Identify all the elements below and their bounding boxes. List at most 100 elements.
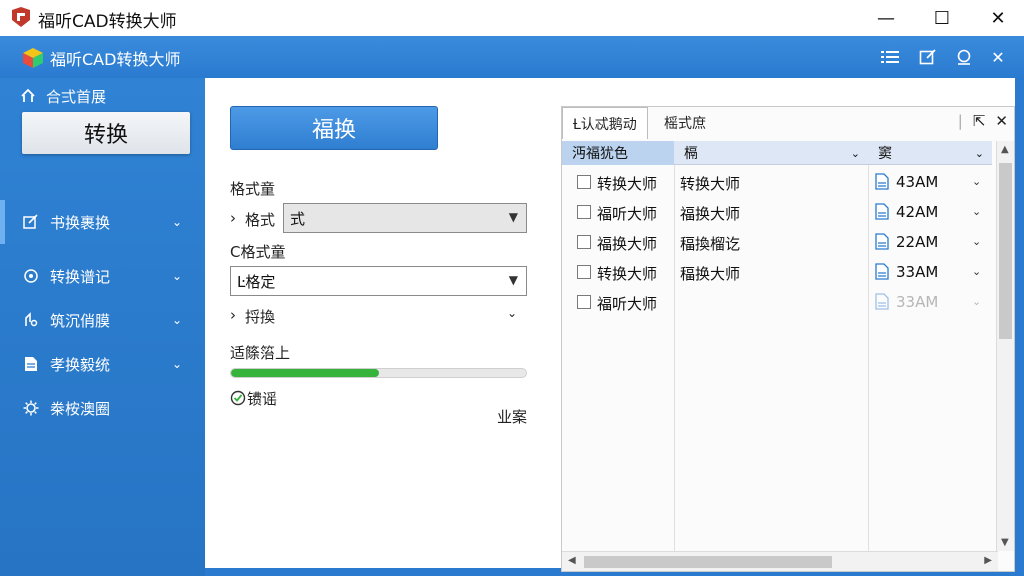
app-cube-icon: [23, 48, 43, 68]
table-row[interactable]: 福换大师 稫換榴讫 22AM ⌄: [562, 227, 992, 257]
scroll-thumb[interactable]: [584, 556, 832, 568]
document-icon: [22, 355, 40, 373]
tab-2[interactable]: 榣式庶: [654, 107, 716, 139]
chevron-down-icon: ▼: [508, 210, 518, 224]
scroll-right-icon[interactable]: ▶: [984, 555, 992, 566]
row-type: 稫換榴讫: [680, 235, 741, 253]
status-check-icon: [230, 390, 246, 406]
chevron-down-icon: ⌄: [172, 269, 183, 283]
row-checkbox[interactable]: [577, 175, 591, 189]
table-row[interactable]: 福听大师 福换大师 42AM ⌄: [562, 197, 992, 227]
file-icon: [875, 173, 889, 190]
home-label: 合弍首展: [46, 87, 107, 106]
progress-fill: [231, 369, 379, 377]
convert-tab[interactable]: 转换: [22, 112, 190, 154]
tab-1[interactable]: Ƚ认忒鹅动: [562, 107, 648, 139]
sidebar-item-1[interactable]: 书换裹换 ⌄: [0, 202, 205, 242]
row-name: 转换大师: [597, 265, 658, 283]
sidebar-item-label: 转换谱记: [50, 267, 111, 286]
sidebar-item-label: 筑沉俏膜: [50, 311, 111, 330]
chevron-down-icon[interactable]: ⌄: [972, 205, 981, 218]
chevron-down-icon[interactable]: ⌄: [972, 265, 981, 278]
scroll-left-icon[interactable]: ◀: [568, 555, 576, 566]
row-name: 福听大师: [597, 205, 658, 223]
table-row[interactable]: 转换大师 转换大师 43AM ⌄: [562, 167, 992, 197]
column-header[interactable]: 窦 ⌄: [868, 141, 992, 165]
row-time: 42AM: [896, 203, 939, 221]
file-icon: [875, 233, 889, 250]
home-icon: [21, 88, 35, 102]
chevron-down-icon: ▼: [508, 273, 518, 287]
table-row[interactable]: 福听大师 33AM ⌄: [562, 287, 992, 317]
output-format-value: Ŀ格定: [237, 272, 276, 291]
row-name: 福换大师: [597, 235, 658, 253]
column-header[interactable]: 沔福犹色: [562, 141, 674, 165]
chevron-down-icon[interactable]: ⌄: [972, 235, 981, 248]
chevron-down-icon: ⌄: [172, 215, 183, 229]
sidebar: 合弍首展 转换 书换裹换 ⌄ 转换谱记 ⌄ 筑沉俏膜 ⌄ 孝换毅统 ⌄ 桊桉澳圈: [0, 78, 205, 576]
maximize-button[interactable]: ☐: [922, 4, 962, 32]
app-close-button[interactable]: ✕: [984, 44, 1012, 70]
chevron-down-icon: ⌄: [172, 313, 183, 327]
format-row-label: 格式: [245, 211, 276, 229]
row-name: 转换大师: [597, 175, 658, 193]
convert-button[interactable]: 福换: [230, 106, 438, 150]
expand-label[interactable]: 捋換: [245, 306, 275, 327]
sidebar-item-5[interactable]: 桊桉澳圈: [0, 388, 205, 428]
chevron-down-icon[interactable]: ⌄: [507, 306, 517, 320]
horizontal-scrollbar[interactable]: ◀ ▶: [562, 551, 998, 571]
output-format-label: C格式童: [230, 243, 286, 261]
side-link[interactable]: 业案: [497, 406, 527, 427]
tools-icon: [22, 311, 40, 329]
app-header: 福听CAD转换大师 ✕: [0, 36, 1024, 78]
chevron-down-icon[interactable]: ⌄: [972, 175, 981, 188]
row-checkbox[interactable]: [577, 235, 591, 249]
expand-chevron: ›: [230, 306, 236, 324]
row-time: 33AM: [896, 263, 939, 281]
minimize-button[interactable]: —: [866, 4, 906, 32]
format-row-chevron: ›: [230, 209, 236, 227]
home-link[interactable]: 合弍首展: [20, 84, 106, 108]
file-icon: [875, 293, 889, 310]
os-titlebar: 福听CAD转换大师 — ☐ ✕: [0, 0, 1024, 36]
sidebar-item-2[interactable]: 转换谱记 ⌄: [0, 256, 205, 296]
app-title: 福听CAD转换大师: [50, 50, 181, 69]
sidebar-item-label: 孝换毅统: [50, 355, 111, 374]
format-select[interactable]: 式 ▼: [283, 203, 527, 233]
row-type: 福换大师: [680, 205, 741, 223]
row-type: 稫换大师: [680, 265, 741, 283]
progress-label: 适篨箈上: [230, 344, 291, 362]
panel-tools: | ⇱ ✕: [958, 112, 1008, 130]
pin-icon[interactable]: ✕: [995, 112, 1008, 130]
help-icon[interactable]: [950, 44, 978, 70]
edit-icon[interactable]: [914, 44, 942, 70]
sidebar-item-4[interactable]: 孝换毅统 ⌄: [0, 344, 205, 384]
row-checkbox[interactable]: [577, 205, 591, 219]
file-panel: Ƚ认忒鹅动 榣式庶 | ⇱ ✕ 沔福犹色 槅 ⌄ 窦 ⌄ 转换大师 转换大师 4…: [561, 106, 1015, 572]
row-type: 转换大师: [680, 175, 741, 193]
row-checkbox[interactable]: [577, 295, 591, 309]
menu-icon[interactable]: [876, 44, 904, 70]
output-format-select[interactable]: Ŀ格定 ▼: [230, 266, 527, 296]
settings-icon: [22, 267, 40, 285]
row-name: 福听大师: [597, 295, 658, 313]
app-frame: 福听CAD转换大师 ✕ 合弍首展 转换 书换裹换 ⌄ 转换谱记 ⌄ 筑沉俏膜 ⌄…: [0, 36, 1024, 576]
main-content: 福换 格式童 › 格式 式 ▼ C格式童 Ŀ格定 ▼ › 捋換 ⌄ 适篨箈上 镄…: [205, 78, 1015, 572]
chevron-down-icon: ⌄: [974, 146, 984, 160]
chevron-down-icon: ⌄: [850, 146, 860, 160]
close-button[interactable]: ✕: [978, 4, 1018, 32]
row-time: 33AM: [896, 293, 939, 311]
export-icon[interactable]: ⇱: [973, 112, 986, 130]
sidebar-item-3[interactable]: 筑沉俏膜 ⌄: [0, 300, 205, 340]
gear-icon: [22, 399, 40, 417]
scroll-down-icon[interactable]: ▼: [1001, 537, 1009, 548]
row-checkbox[interactable]: [577, 265, 591, 279]
vertical-scrollbar[interactable]: ▲ ▼: [996, 141, 1014, 551]
scroll-up-icon[interactable]: ▲: [1001, 144, 1009, 155]
column-header[interactable]: 槅 ⌄: [674, 141, 868, 165]
sidebar-item-label: 桊桉澳圈: [50, 399, 111, 418]
scroll-thumb[interactable]: [999, 163, 1012, 339]
table-row[interactable]: 转换大师 稫换大师 33AM ⌄: [562, 257, 992, 287]
edit-icon: [22, 213, 40, 231]
chevron-down-icon[interactable]: ⌄: [972, 295, 981, 308]
